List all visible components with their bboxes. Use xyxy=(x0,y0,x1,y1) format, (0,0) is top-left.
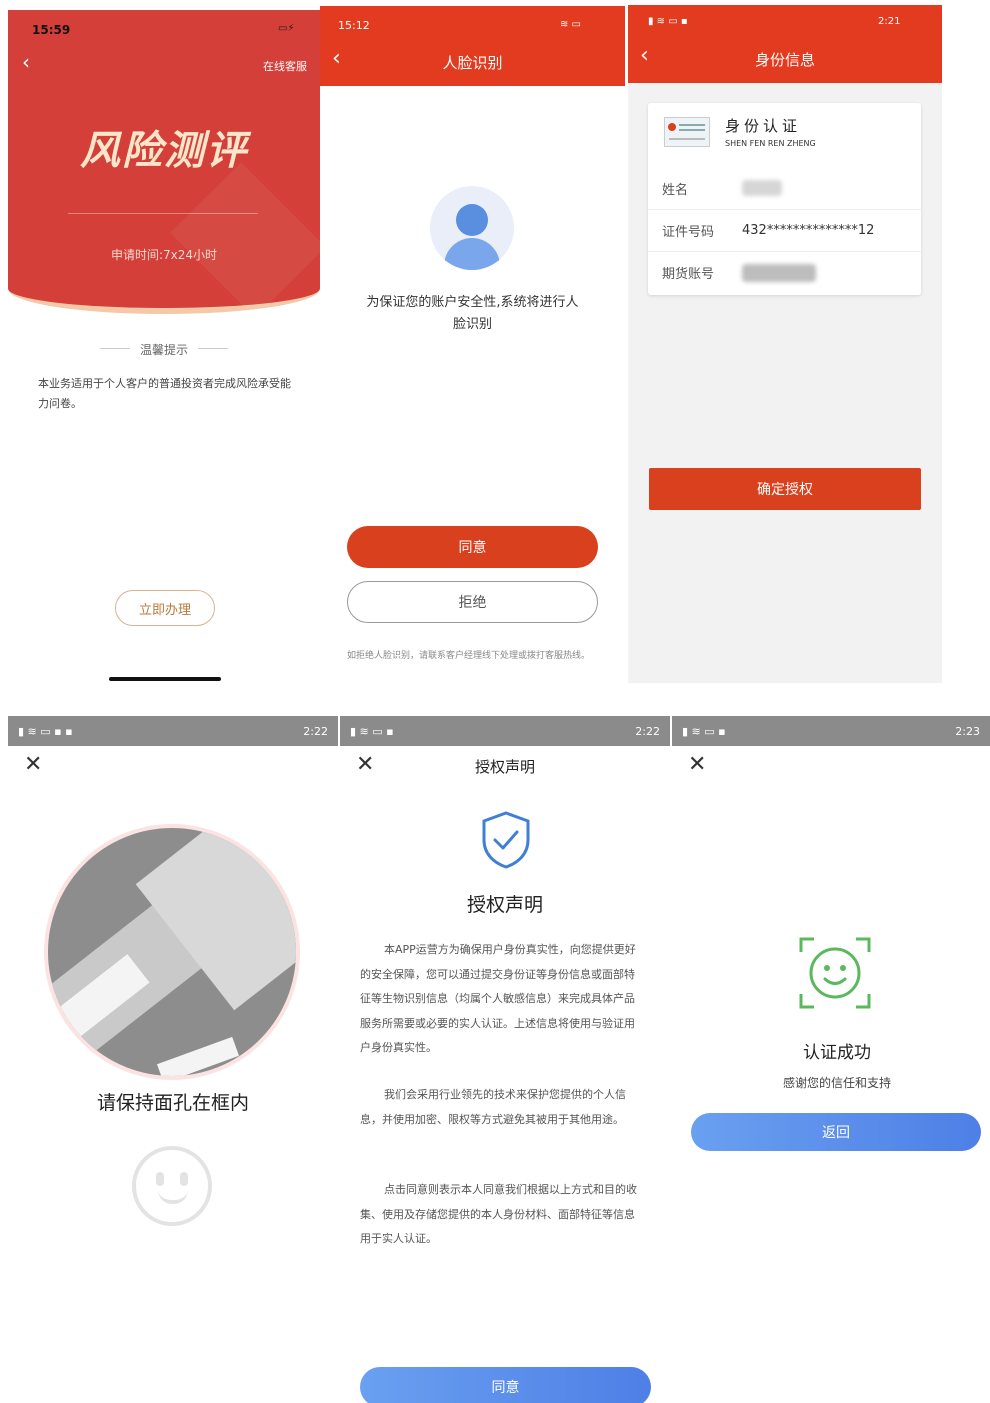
success-subtitle: 感谢您的信任和支持 xyxy=(782,1076,891,1090)
home-indicator xyxy=(109,677,221,681)
hero-divider xyxy=(68,213,258,214)
confirm-authorize-button[interactable]: 确定授权 xyxy=(649,468,921,510)
page-title: 身份信息 xyxy=(754,51,815,69)
status-icons-left: ▮ ≋ ▭ ▪ xyxy=(682,724,726,738)
back-button[interactable]: 返回 xyxy=(691,1113,981,1151)
screen-face-recognition: 15:12 ≋ ▭ ‹ 人脸识别 为保证您的账户安全性,系统将进行人脸识别 同意… xyxy=(320,6,625,686)
reject-footnote: 如拒绝人脸识别，请联系客户经理线下处理或拨打客服热线。 xyxy=(347,651,591,661)
row-name: 姓名 xyxy=(648,167,921,209)
status-bar: ▮ ≋ ▭ ▪ 2:23 xyxy=(672,716,990,746)
status-time: 15:59 xyxy=(32,23,71,37)
card-subtitle: SHEN FEN REN ZHENG xyxy=(725,139,816,148)
user-avatar-icon xyxy=(430,186,514,270)
success-title: 认证成功 xyxy=(803,1043,871,1063)
status-bar: ▮ ≋ ▭ ▪ ▪ 2:22 xyxy=(8,716,338,746)
statement-heading: 授权声明 xyxy=(466,894,543,916)
agree-button[interactable]: 同意 xyxy=(347,526,598,568)
camera-preview-frame xyxy=(44,824,300,1080)
page-title: 人脸识别 xyxy=(442,54,503,72)
shield-check-icon xyxy=(482,811,530,869)
face-success-icon xyxy=(799,937,871,1009)
close-icon[interactable]: ✕ xyxy=(24,752,42,777)
row-label: 期货账号 xyxy=(662,267,715,282)
status-time: 15:12 xyxy=(338,19,370,32)
card-title: 身份认证 xyxy=(725,117,802,135)
status-icons-left: ▮ ≋ ▭ ▪ ▪ xyxy=(18,724,73,738)
nav-title: 授权声明 xyxy=(474,758,535,776)
face-instruction: 请保持面孔在框内 xyxy=(96,1092,249,1114)
statement-paragraph-1: 本APP运营方为确保用户身份真实性，向您提供更好的安全保障，您可以通过提交身份证… xyxy=(360,943,636,1054)
face-guide-icon xyxy=(132,1146,212,1226)
apply-time-text: 申请时间:7x24小时 xyxy=(110,248,218,262)
agree-button[interactable]: 同意 xyxy=(360,1367,651,1403)
row-label: 姓名 xyxy=(662,182,689,198)
identity-card: 身份认证 SHEN FEN REN ZHENG 姓名 证件号码 432*****… xyxy=(648,103,921,295)
tips-divider-right xyxy=(198,348,228,349)
status-time: 2:23 xyxy=(955,724,980,738)
status-icons-left: ▮ ≋ ▭ ▪ xyxy=(350,724,394,738)
statement-paragraph-2: 我们会采用行业领先的技术来保护您提供的个人信息，并使用加密、限权等方式避免其被用… xyxy=(360,1088,626,1126)
row-id-number: 证件号码 432**************12 xyxy=(648,209,921,251)
back-icon[interactable]: ‹ xyxy=(22,50,30,74)
screen-risk-assessment: 15:59 ▭⚡ ‹ 在线客服 风险测评 申请时间:7x24小时 温馨提示 本业… xyxy=(8,10,320,690)
recognition-message: 为保证您的账户安全性,系统将进行人脸识别 xyxy=(366,295,579,332)
header-bar xyxy=(320,6,625,86)
row-futures-account: 期货账号 xyxy=(648,251,921,293)
apply-now-button[interactable]: 立即办理 xyxy=(115,590,215,626)
battery-icon: ▭⚡ xyxy=(278,23,295,34)
name-value-redacted xyxy=(742,180,782,196)
hero-title: 风险测评 xyxy=(80,128,248,174)
status-bar: ▮ ≋ ▭ ▪ 2:22 xyxy=(340,716,670,746)
row-label: 证件号码 xyxy=(662,225,715,240)
wifi-icon: ≋ ▭ xyxy=(560,19,582,30)
online-service-link[interactable]: 在线客服 xyxy=(263,58,307,74)
id-card-icon xyxy=(664,117,710,147)
screen-identity-info: ▮ ≋ ▭ ▪ 2:21 ‹ 身份信息 身份认证 SHEN FEN REN ZH… xyxy=(628,5,942,683)
account-value-redacted xyxy=(742,263,816,282)
screen-authorization-statement: ▮ ≋ ▭ ▪ 2:22 ✕ 授权声明 授权声明 本APP运营方为确保用户身份真… xyxy=(340,716,670,1403)
status-time: 2:21 xyxy=(878,16,901,27)
status-time: 2:22 xyxy=(303,724,328,738)
status-time: 2:22 xyxy=(635,724,660,738)
tips-body: 本业务适用于个人客户的普通投资者完成风险承受能力问卷。 xyxy=(38,377,291,410)
tips-heading: 温馨提示 xyxy=(139,343,188,357)
statement-paragraph-3: 点击同意则表示本人同意我们根据以上方式和目的收集、使用及存储您提供的本人身份材料… xyxy=(360,1183,637,1245)
close-icon[interactable]: ✕ xyxy=(688,752,706,777)
screen-face-capture: ▮ ≋ ▭ ▪ ▪ 2:22 ✕ 请保持面孔在框内 xyxy=(8,716,338,1403)
id-number-value: 432**************12 xyxy=(742,223,875,238)
reject-button[interactable]: 拒绝 xyxy=(347,581,598,623)
screen-verification-success: ▮ ≋ ▭ ▪ 2:23 ✕ 认证成功 感谢您的信任和支持 返回 xyxy=(672,716,990,1403)
status-icons-left: ▮ ≋ ▭ ▪ xyxy=(648,16,688,27)
